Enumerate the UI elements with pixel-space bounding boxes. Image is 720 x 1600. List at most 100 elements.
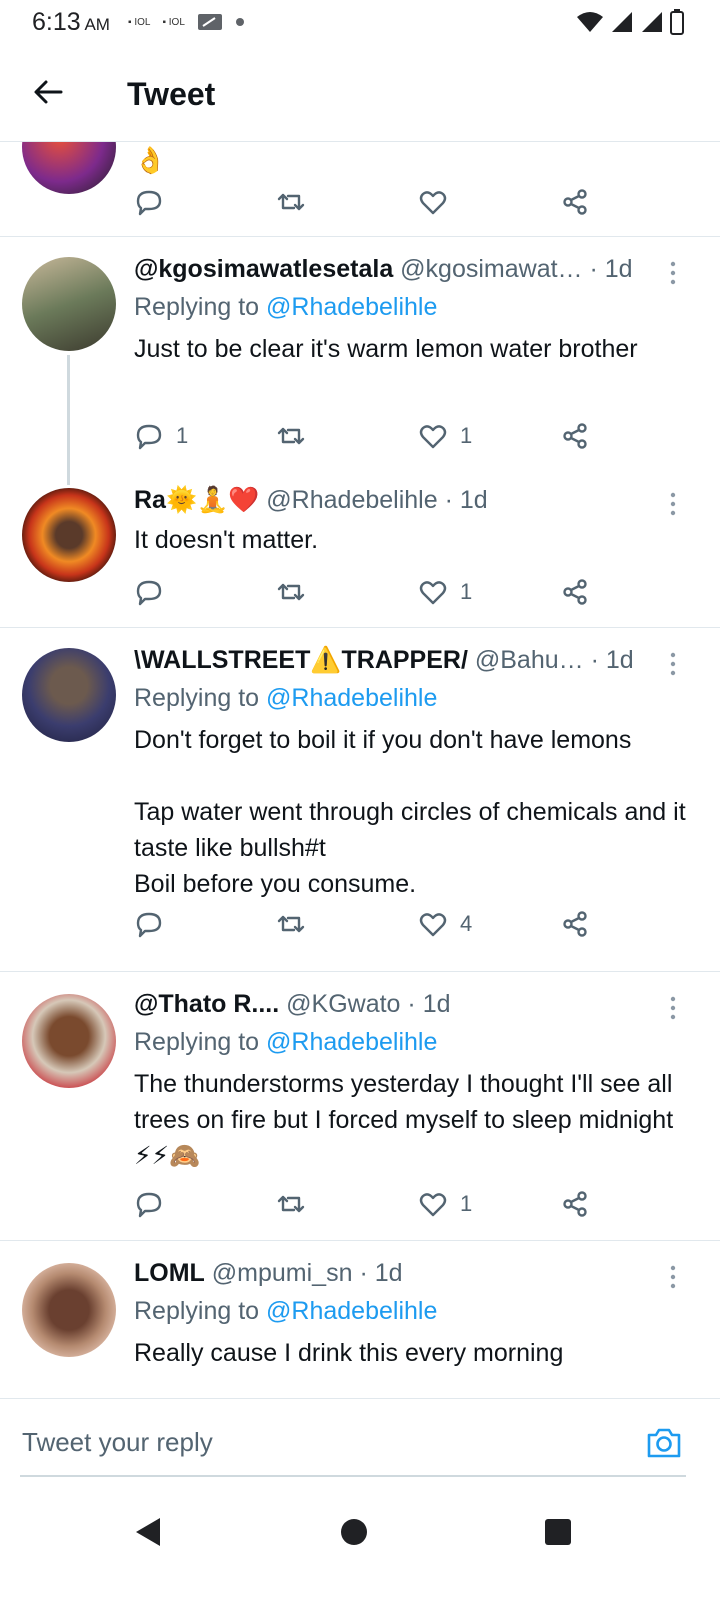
avatar[interactable] bbox=[22, 648, 116, 742]
tweet-item[interactable]: @Thato R.... @KGwato · 1d Replying to @R… bbox=[0, 972, 720, 1240]
replying-label: Replying to bbox=[134, 1297, 260, 1325]
retweet-button[interactable] bbox=[276, 182, 306, 222]
status-time-ampm: AM bbox=[84, 15, 110, 34]
system-nav-bar bbox=[0, 1490, 720, 1600]
like-button[interactable]: 1 bbox=[418, 416, 472, 456]
heart-icon bbox=[419, 191, 447, 215]
heart-icon bbox=[419, 425, 447, 449]
mention-link[interactable]: @Rhadebelihle bbox=[266, 1297, 437, 1325]
retweet-button[interactable] bbox=[276, 1184, 306, 1224]
retweet-button[interactable] bbox=[276, 416, 306, 456]
author-name[interactable]: @Thato R.... bbox=[134, 990, 279, 1018]
camera-button[interactable] bbox=[644, 1423, 684, 1463]
triangle-back-icon bbox=[136, 1518, 160, 1546]
like-button[interactable]: 4 bbox=[418, 904, 472, 944]
circle-home-icon bbox=[341, 1519, 367, 1545]
like-button[interactable]: 1 bbox=[418, 1184, 472, 1224]
tweet-item[interactable]: @kgosimawatlesetala @kgosimawat… · 1d Re… bbox=[0, 237, 720, 485]
avatar[interactable] bbox=[22, 257, 116, 351]
more-options-button[interactable] bbox=[666, 994, 680, 1024]
comment-icon bbox=[136, 580, 162, 606]
more-options-button[interactable] bbox=[666, 259, 680, 289]
vertical-dots-icon bbox=[670, 652, 676, 676]
author-name[interactable]: @kgosimawatlesetala bbox=[134, 255, 393, 283]
share-button[interactable] bbox=[560, 182, 590, 222]
reply-count: 1 bbox=[176, 423, 189, 448]
retweet-icon bbox=[277, 427, 305, 445]
replying-label: Replying to bbox=[134, 293, 260, 321]
reply-button[interactable] bbox=[134, 572, 164, 612]
share-icon bbox=[563, 423, 587, 449]
avatar[interactable] bbox=[22, 142, 116, 194]
more-options-button[interactable] bbox=[666, 490, 680, 520]
share-icon bbox=[563, 911, 587, 937]
reply-button[interactable] bbox=[134, 904, 164, 944]
share-button[interactable] bbox=[560, 416, 590, 456]
retweet-button[interactable] bbox=[276, 572, 306, 612]
reply-input[interactable]: Tweet your reply bbox=[22, 1427, 213, 1458]
mention-link[interactable]: @Rhadebelihle bbox=[266, 293, 437, 321]
retweet-button[interactable] bbox=[276, 904, 306, 944]
status-time: 6:13 AM bbox=[32, 8, 110, 37]
vertical-dots-icon bbox=[670, 492, 676, 516]
comment-icon bbox=[136, 1192, 162, 1218]
tweet-actions: 4 bbox=[134, 904, 614, 944]
sim2-label: IOL bbox=[168, 16, 185, 28]
tweet-partial[interactable]: 👌 bbox=[0, 142, 720, 236]
avatar[interactable] bbox=[22, 1263, 116, 1357]
like-button[interactable] bbox=[418, 182, 448, 222]
retweet-icon bbox=[277, 583, 305, 601]
back-button[interactable] bbox=[30, 74, 66, 110]
tweet-time: · 1d bbox=[359, 1259, 403, 1287]
comment-icon bbox=[136, 424, 162, 450]
avatar[interactable] bbox=[22, 488, 116, 582]
tweet-text: Just to be clear it's warm lemon water b… bbox=[134, 335, 638, 363]
vertical-dots-icon bbox=[670, 261, 676, 285]
author-name[interactable]: \WALLSTREET⚠️TRAPPER/ bbox=[134, 646, 468, 674]
tweet-actions bbox=[134, 182, 614, 222]
tweet-time: · 1d bbox=[590, 646, 634, 674]
arrow-left-icon bbox=[34, 80, 63, 104]
author-handle[interactable]: @kgosimawat… bbox=[400, 255, 582, 283]
tweet-header: @Thato R.... @KGwato · 1d bbox=[134, 990, 451, 1019]
mention-link[interactable]: @Rhadebelihle bbox=[266, 1028, 437, 1056]
share-button[interactable] bbox=[560, 904, 590, 944]
reply-composer: Tweet your reply bbox=[0, 1398, 720, 1490]
author-handle[interactable]: @Bahu… bbox=[475, 646, 584, 674]
author-name[interactable]: Ra🌞🧘❤️ bbox=[134, 486, 259, 514]
avatar[interactable] bbox=[22, 994, 116, 1088]
tweet-time: · 1d bbox=[444, 486, 488, 514]
author-name[interactable]: LOML bbox=[134, 1259, 205, 1287]
like-count: 1 bbox=[460, 1191, 473, 1216]
tweet-time: · 1d bbox=[407, 990, 451, 1018]
reply-button[interactable]: 1 bbox=[134, 416, 188, 456]
tweet-header: Ra🌞🧘❤️ @Rhadebelihle · 1d bbox=[134, 486, 488, 515]
status-system-icons bbox=[576, 9, 684, 35]
author-handle[interactable]: @Rhadebelihle bbox=[266, 486, 437, 514]
share-icon bbox=[563, 1191, 587, 1217]
tweet-actions: 1 bbox=[134, 572, 614, 612]
share-button[interactable] bbox=[560, 1184, 590, 1224]
nav-recents-button[interactable] bbox=[538, 1512, 578, 1552]
tweet-actions: 1 1 bbox=[134, 416, 614, 456]
nav-home-button[interactable] bbox=[334, 1512, 374, 1552]
replying-label: Replying to bbox=[134, 684, 260, 712]
share-icon bbox=[563, 189, 587, 215]
tweet-item[interactable]: \WALLSTREET⚠️TRAPPER/ @Bahu… · 1d Replyi… bbox=[0, 628, 720, 971]
more-options-button[interactable] bbox=[666, 650, 680, 680]
vertical-dots-icon bbox=[670, 996, 676, 1020]
more-options-button[interactable] bbox=[666, 1263, 680, 1293]
author-handle[interactable]: @mpumi_sn bbox=[212, 1259, 353, 1287]
share-icon bbox=[563, 579, 587, 605]
share-button[interactable] bbox=[560, 572, 590, 612]
status-time-value: 6:13 bbox=[32, 8, 81, 36]
tweet-item[interactable]: LOML @mpumi_sn · 1d Replying to @Rhadebe… bbox=[0, 1241, 720, 1424]
author-handle[interactable]: @KGwato bbox=[286, 990, 400, 1018]
reply-button[interactable] bbox=[134, 182, 164, 222]
mention-link[interactable]: @Rhadebelihle bbox=[266, 684, 437, 712]
reply-button[interactable] bbox=[134, 1184, 164, 1224]
nav-back-button[interactable] bbox=[130, 1512, 170, 1552]
tweet-item[interactable]: Ra🌞🧘❤️ @Rhadebelihle · 1d It doesn't mat… bbox=[0, 482, 720, 627]
heart-icon bbox=[419, 913, 447, 937]
like-button[interactable]: 1 bbox=[418, 572, 472, 612]
